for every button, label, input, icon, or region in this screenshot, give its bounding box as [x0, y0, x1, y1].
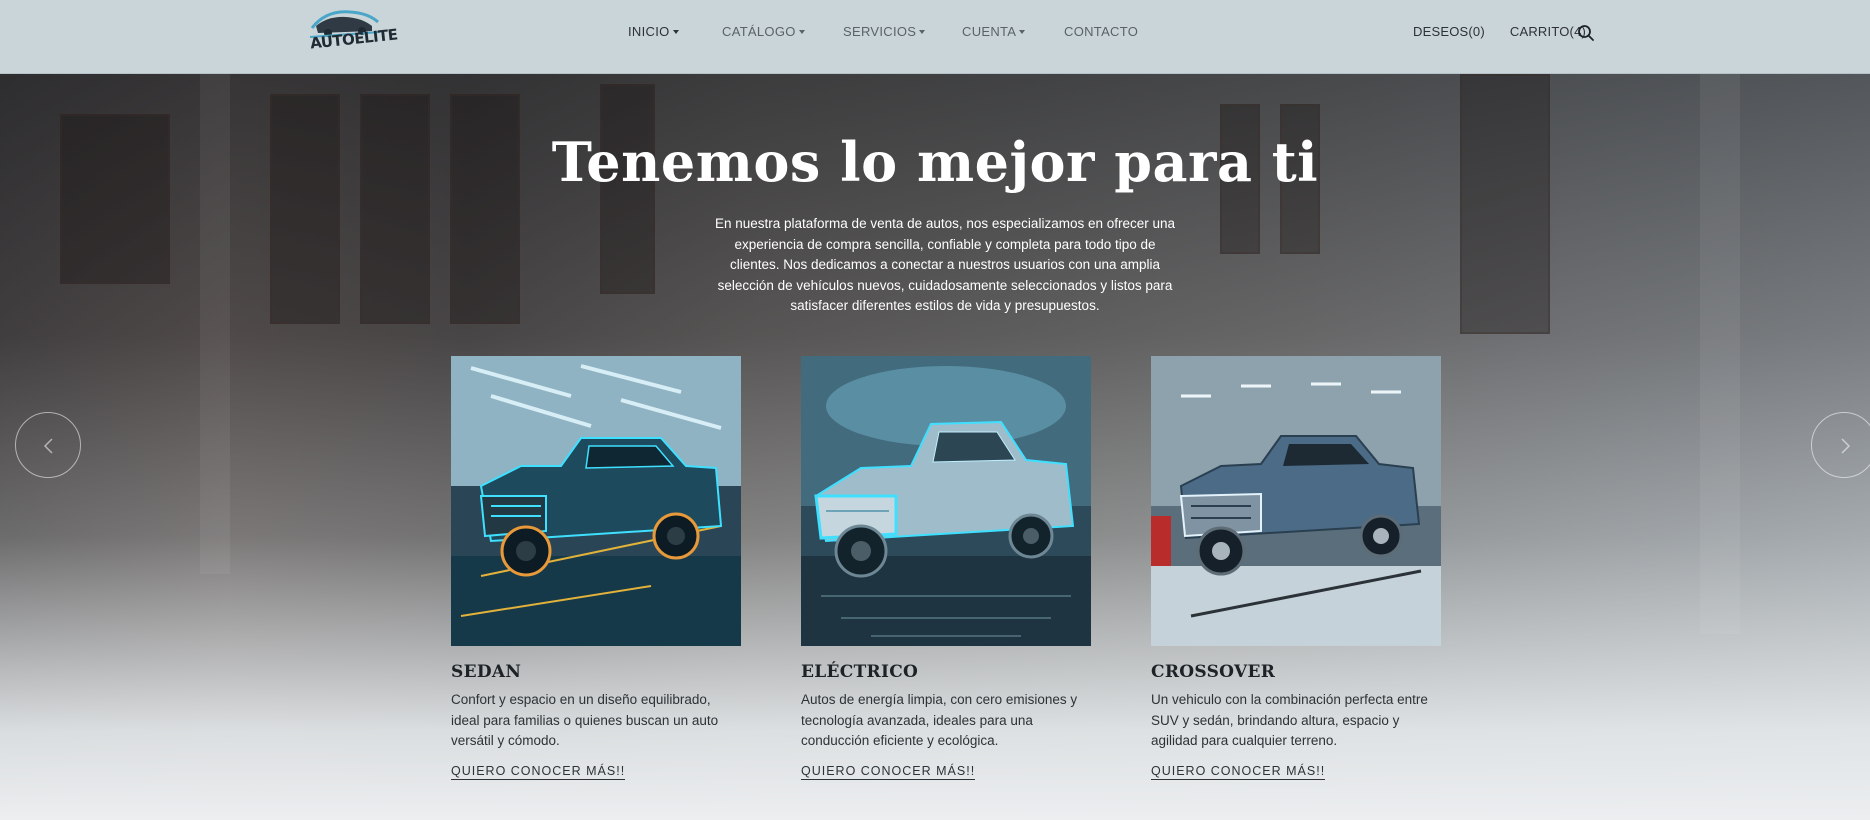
nav-servicios[interactable]: SERVICIOS [843, 24, 926, 39]
carousel-next-button[interactable] [1811, 412, 1870, 478]
nav-inicio[interactable]: INICIO [628, 24, 679, 39]
carousel-prev-button[interactable] [15, 412, 81, 478]
nav-cuenta-label: CUENTA [962, 24, 1017, 39]
card-image-electrico[interactable] [801, 356, 1091, 646]
category-card-crossover: CROSSOVER Un vehiculo con la combinación… [1151, 356, 1441, 780]
card-image-crossover[interactable] [1151, 356, 1441, 646]
hero-description: En nuestra plataforma de venta de autos,… [714, 216, 1176, 313]
nav-contacto-label: CONTACTO [1064, 24, 1139, 39]
card-title: ELÉCTRICO [801, 662, 919, 682]
nav-contacto[interactable]: CONTACTO [1064, 24, 1138, 39]
header-actions: DESEOS(0) CARRITO(4) [1413, 24, 1586, 39]
arrow-left-icon [43, 438, 53, 454]
card-description: Confort y espacio en un diseño equilibra… [451, 692, 719, 748]
learn-more-link[interactable]: QUIERO CONOCER MÁS!! [1151, 764, 1326, 780]
nav-servicios-label: SERVICIOS [843, 24, 917, 39]
chevron-down-icon [1019, 29, 1026, 34]
learn-more-link[interactable]: QUIERO CONOCER MÁS!! [451, 764, 626, 780]
search-icon[interactable] [1577, 24, 1595, 42]
card-image-sedan[interactable] [451, 356, 741, 646]
card-title: CROSSOVER [1151, 662, 1276, 682]
nav-catalogo-label: CATÁLOGO [722, 24, 796, 39]
hero-section: Tenemos lo mejor para ti En nuestra plat… [0, 74, 1870, 820]
cart-link[interactable]: CARRITO(4) [1510, 24, 1586, 39]
autoelite-logo[interactable]: AUTOELITE [306, 4, 398, 62]
card-description: Un vehiculo con la combinación perfecta … [1151, 692, 1428, 748]
nav-inicio-label: INICIO [628, 24, 670, 39]
wishlist-link[interactable]: DESEOS(0) [1413, 24, 1485, 39]
category-card-sedan: SEDAN Confort y espacio en un diseño equ… [451, 356, 741, 780]
card-title: SEDAN [451, 662, 522, 682]
category-card-electrico: ELÉCTRICO Autos de energía limpia, con c… [801, 356, 1091, 780]
chevron-down-icon [919, 29, 926, 34]
card-description: Autos de energía limpia, con cero emisio… [801, 692, 1078, 748]
electric-truck-image [801, 356, 1091, 646]
hero-title: Tenemos lo mejor para ti [551, 130, 1319, 194]
chevron-down-icon [798, 29, 805, 34]
chevron-down-icon [672, 29, 679, 34]
site-header: AUTOELITE INICIO CATÁLOGO SERVICIOS CUEN… [0, 0, 1870, 74]
nav-cuenta[interactable]: CUENTA [962, 24, 1026, 39]
arrow-right-icon [1841, 438, 1851, 454]
learn-more-link[interactable]: QUIERO CONOCER MÁS!! [801, 764, 976, 780]
crossover-truck-image [1151, 356, 1441, 646]
neon-truck-image [451, 356, 741, 646]
nav-catalogo[interactable]: CATÁLOGO [722, 24, 805, 39]
